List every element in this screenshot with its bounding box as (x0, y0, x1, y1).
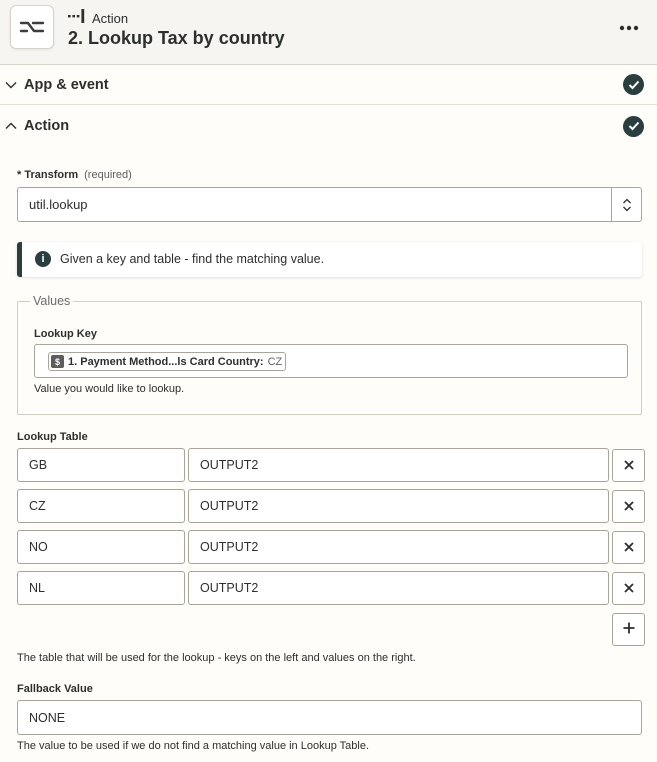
section-label: App & event (24, 76, 109, 93)
remove-row-button[interactable] (612, 449, 645, 482)
transform-label-text: Transform (24, 169, 79, 181)
fallback-label: Fallback Value (17, 683, 93, 695)
section-label: Action (24, 118, 70, 134)
fallback-help: The value to be used if we do not find a… (17, 740, 370, 752)
lookup-table-value-input[interactable]: OUTPUT2 (188, 448, 609, 482)
formatter-icon (10, 5, 54, 49)
close-icon (623, 457, 634, 475)
fallback-input[interactable]: NONE (17, 700, 642, 735)
close-icon (623, 539, 634, 557)
required-asterisk: * (17, 169, 22, 181)
section-action[interactable]: Action (0, 106, 657, 146)
lookup-table-key-input[interactable]: NL (17, 571, 185, 605)
lookup-key-label: Lookup Key (34, 328, 97, 340)
check-circle-icon (623, 74, 644, 95)
step-kind: Action (68, 8, 129, 28)
section-app-event[interactable]: App & event (0, 65, 657, 105)
remove-row-button[interactable] (612, 531, 645, 564)
pill-value: CZ (267, 355, 283, 368)
lookup-key-input[interactable]: $ 1. Payment Method...ls Card Country: C… (34, 344, 628, 378)
lookup-table-key-input[interactable]: NO (17, 530, 185, 564)
lookup-table-value-input[interactable]: OUTPUT2 (188, 489, 609, 523)
action-step-icon (68, 8, 85, 28)
field-pill[interactable]: $ 1. Payment Method...ls Card Country: C… (48, 352, 287, 371)
required-hint: (required) (84, 169, 132, 181)
lookup-table-value-input[interactable]: OUTPUT2 (188, 571, 609, 605)
values-group: Values Lookup Key $ 1. Payment Method...… (17, 294, 642, 415)
remove-row-button[interactable] (612, 490, 645, 523)
step-kind-label: Action (92, 10, 129, 26)
close-icon (623, 580, 634, 598)
transform-select-value: util.lookup (29, 197, 88, 212)
chevron-down-icon (4, 78, 18, 92)
check-circle-icon (623, 115, 644, 137)
info-text: Given a key and table - find the matchin… (60, 252, 325, 266)
lookup-table-key-input[interactable]: GB (17, 448, 185, 482)
info-icon: i (35, 251, 51, 267)
pill-label: 1. Payment Method...ls Card Country: (68, 355, 264, 368)
info-banner: i Given a key and table - find the match… (17, 242, 642, 277)
lookup-table-help: The table that will be used for the look… (17, 652, 416, 664)
transform-label: * Transform (required) (17, 169, 132, 181)
transform-select[interactable]: util.lookup (17, 187, 642, 222)
close-icon (623, 498, 634, 516)
lookup-table-key-input[interactable]: CZ (17, 489, 185, 523)
lookup-table-label: Lookup Table (17, 431, 88, 443)
remove-row-button[interactable] (612, 572, 645, 605)
chevron-up-icon (4, 119, 18, 133)
step-title: 2. Lookup Tax by country (68, 28, 285, 48)
lookup-key-help: Value you would like to lookup. (34, 383, 185, 395)
lookup-table-value-input[interactable]: OUTPUT2 (188, 530, 609, 564)
plus-icon (623, 621, 635, 639)
more-horizontal-icon[interactable] (616, 18, 642, 38)
add-row-button[interactable] (612, 613, 645, 646)
step-header: Action 2. Lookup Tax by country (0, 0, 657, 65)
values-legend: Values (30, 294, 74, 308)
dollar-app-icon: $ (51, 355, 64, 368)
chevron-up-down-icon[interactable] (611, 188, 641, 221)
